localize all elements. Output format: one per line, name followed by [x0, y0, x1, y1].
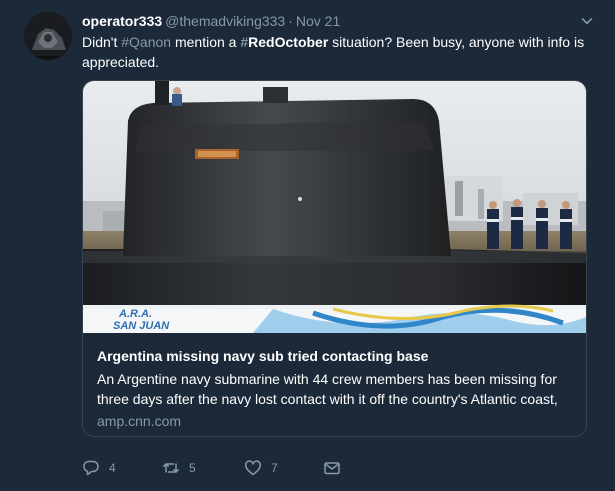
like-button[interactable]: 7	[244, 458, 278, 478]
display-name[interactable]: operator333	[82, 13, 162, 29]
submarine-photo: A.R.A. SAN JUAN	[83, 81, 586, 333]
card-description-line2: three days after the navy lost contact w…	[97, 391, 558, 407]
retweet-button[interactable]: 5	[162, 458, 196, 478]
retweet-icon	[163, 463, 179, 473]
hashtag-word: Qanon	[129, 34, 172, 50]
like-count: 7	[271, 461, 278, 475]
reply-count: 4	[109, 461, 116, 475]
avatar-icon	[24, 12, 72, 60]
link-card[interactable]: A.R.A. SAN JUAN Argentina missing navy s…	[82, 80, 587, 437]
retweet-count: 5	[189, 461, 196, 475]
hashtag-word: RedOctober	[248, 34, 329, 50]
timestamp[interactable]: Nov 21	[296, 13, 340, 29]
tweet-text-part1: Didn't	[82, 34, 122, 50]
tweet-text-part2: mention a	[171, 34, 241, 50]
tweet[interactable]: operator333 @themadviking333 · Nov 21 Didn'…	[0, 0, 615, 491]
tweet-text: Didn't #Qanon mention a #RedOctober situ…	[82, 32, 602, 72]
hashtag-symbol: #	[240, 34, 249, 50]
tweet-header: operator333 @themadviking333 · Nov 21	[82, 11, 595, 31]
separator-dot: ·	[288, 13, 293, 29]
reply-icon	[83, 460, 99, 476]
chevron-down-icon[interactable]	[581, 15, 593, 27]
avatar[interactable]	[24, 12, 72, 60]
user-handle[interactable]: @themadviking333	[165, 13, 285, 29]
envelope-icon	[324, 462, 340, 475]
heart-icon	[245, 460, 261, 476]
card-image[interactable]: A.R.A. SAN JUAN	[83, 81, 586, 333]
card-title[interactable]: Argentina missing navy sub tried contact…	[97, 347, 577, 365]
hull-label-line2: SAN JUAN	[113, 320, 170, 332]
reply-button[interactable]: 4	[82, 458, 116, 478]
card-description-line1: An Argentine navy submarine with 44 crew…	[97, 371, 557, 387]
card-description: An Argentine navy submarine with 44 crew…	[97, 369, 577, 409]
hashtag-redoctober[interactable]: #RedOctober	[240, 34, 328, 50]
hull-label-line1: A.R.A.	[118, 308, 152, 320]
tweet-actions: 4 5 7	[82, 458, 382, 478]
direct-message-button[interactable]	[323, 458, 341, 478]
hashtag-symbol: #	[121, 34, 130, 50]
card-domain[interactable]: amp.cnn.com	[97, 411, 577, 431]
hashtag-qanon[interactable]: #Qanon	[121, 34, 171, 50]
card-body[interactable]: Argentina missing navy sub tried contact…	[97, 347, 577, 431]
